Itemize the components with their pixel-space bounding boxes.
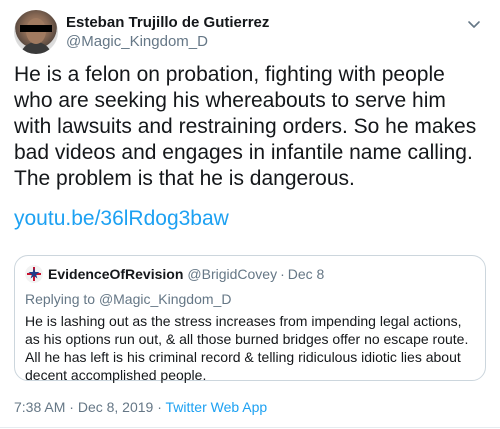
avatar-censor-bar bbox=[20, 25, 52, 32]
quoted-handle: @BrigidCovey bbox=[187, 266, 278, 282]
quoted-tweet-header: EvidenceOfRevision @BrigidCovey · Dec 8 bbox=[25, 265, 475, 283]
meta-separator-2: · bbox=[157, 399, 162, 415]
meta-separator-1: · bbox=[69, 399, 74, 415]
author-names: Esteban Trujillo de Gutierrez @Magic_Kin… bbox=[66, 13, 269, 51]
author-display-name[interactable]: Esteban Trujillo de Gutierrez bbox=[66, 13, 269, 32]
author-avatar[interactable] bbox=[14, 10, 58, 54]
quoted-author-avatar bbox=[25, 265, 43, 283]
tweet-link[interactable]: youtu.be/36lRdog3baw bbox=[14, 206, 229, 232]
tweet-meta: 7:38 AM · Dec 8, 2019 · Twitter Web App bbox=[14, 398, 267, 416]
tweet-source[interactable]: Twitter Web App bbox=[166, 399, 268, 415]
author-handle[interactable]: @Magic_Kingdom_D bbox=[66, 32, 269, 51]
tweet-header: Esteban Trujillo de Gutierrez @Magic_Kin… bbox=[14, 10, 486, 54]
replying-to-prefix: Replying to bbox=[25, 291, 99, 307]
tweet-time[interactable]: 7:38 AM bbox=[14, 399, 65, 415]
replying-to-mention[interactable]: @Magic_Kingdom_D bbox=[99, 291, 232, 307]
quoted-tweet-text: He is lashing out as the stress increase… bbox=[25, 313, 469, 383]
bottom-divider bbox=[0, 427, 500, 428]
replying-to-line: Replying to @Magic_Kingdom_D bbox=[25, 290, 475, 308]
tweet-text: He is a felon on probation, fighting wit… bbox=[14, 63, 477, 190]
chevron-down-icon[interactable] bbox=[466, 16, 482, 32]
quoted-tweet-card[interactable]: EvidenceOfRevision @BrigidCovey · Dec 8 … bbox=[14, 255, 486, 383]
tweet-date[interactable]: Dec 8, 2019 bbox=[78, 399, 154, 415]
quoted-separator: · bbox=[280, 266, 285, 282]
quoted-date: Dec 8 bbox=[287, 266, 325, 282]
quoted-display-name: EvidenceOfRevision bbox=[48, 266, 184, 282]
